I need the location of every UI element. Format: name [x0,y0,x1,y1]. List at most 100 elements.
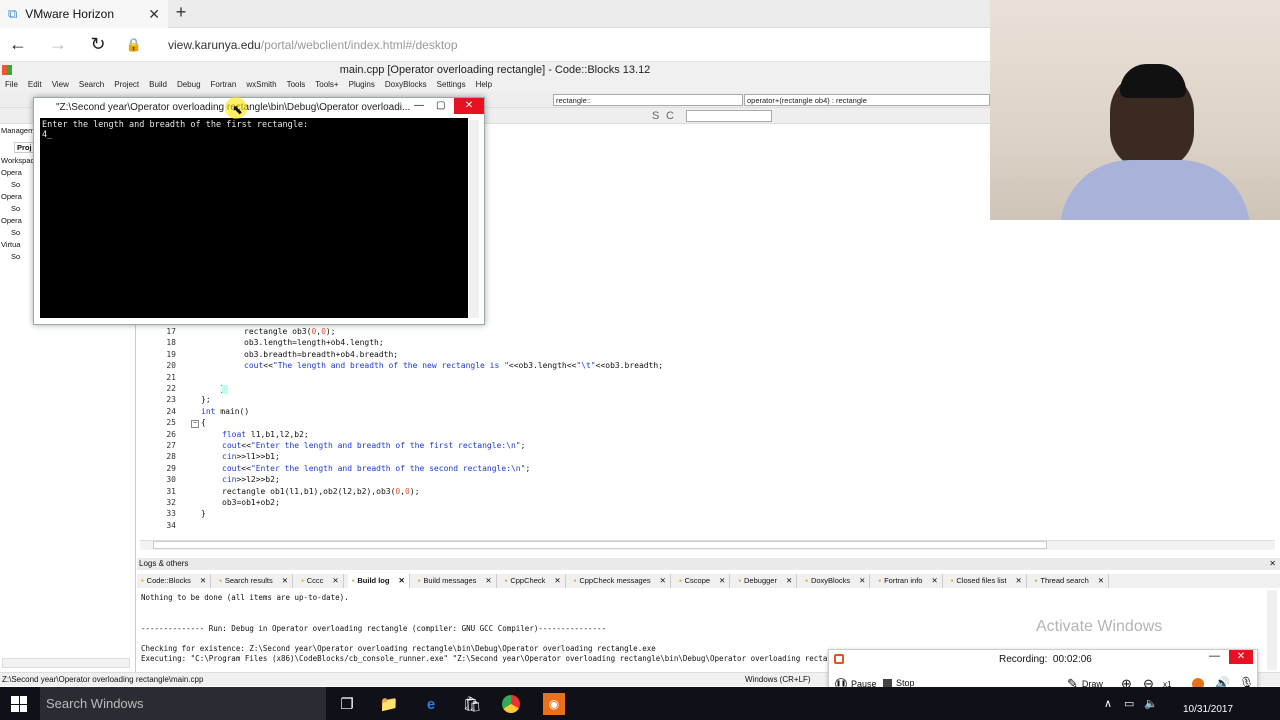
console-output[interactable]: Enter the length and breadth of the firs… [40,118,468,318]
edge-icon[interactable]: e [420,693,442,715]
tree-item[interactable]: Workspac [1,156,35,168]
menu-plugins[interactable]: Plugins [344,78,380,92]
refresh-icon[interactable]: ↻ [82,29,114,61]
code-line[interactable]: float l1,b1,l2,b2; [222,430,309,439]
browser-tab[interactable]: ⧉ VMware Horizon ✕ [0,0,168,28]
log-tab-close-icon[interactable]: ✕ [485,574,491,588]
log-tab[interactable]: ▪ CppCheck messages ✕ [570,574,671,588]
tree-item[interactable]: Opera [1,192,35,204]
tab-close-icon[interactable]: ✕ [148,6,160,23]
store-icon[interactable]: 🛍 [461,693,483,715]
tree-item[interactable]: Virtua [1,240,35,252]
tree-item[interactable]: Opera [1,168,35,180]
log-tab-close-icon[interactable]: ✕ [332,574,338,588]
log-tab-close-icon[interactable]: ✕ [282,574,288,588]
search-combo[interactable] [686,110,772,122]
menu-edit[interactable]: Edit [23,78,47,92]
tray-chevron-icon[interactable]: ∧ [1104,697,1112,710]
menu-settings[interactable]: Settings [432,78,471,92]
volume-icon[interactable]: 🔈 [1144,697,1158,710]
windows-start-icon[interactable] [11,696,27,712]
log-tab[interactable]: ▪ Build log ✕ [347,574,410,588]
code-line[interactable]: rectangle ob3(0,0); [244,327,336,336]
address-bar[interactable]: view.karunya.edu/portal/webclient/index.… [168,38,458,52]
menu-build[interactable]: Build [144,78,172,92]
code-line[interactable]: }; [201,395,211,404]
menu-view[interactable]: View [47,78,74,92]
log-tab[interactable]: ▪ Cscope ✕ [675,574,731,588]
menu-tools[interactable]: Tools [282,78,311,92]
tree-item[interactable]: Opera [1,216,35,228]
log-tab[interactable]: ▪ Build messages ✕ [414,574,497,588]
code-line[interactable]: cin>>l2>>b2; [222,475,280,484]
left-panel-scrollbar[interactable] [2,658,130,668]
code-line[interactable]: { [201,418,206,427]
log-tab-close-icon[interactable]: ✕ [1098,574,1104,588]
back-arrow-icon[interactable]: ← [2,29,34,61]
c-icon[interactable]: C [666,110,674,122]
code-line[interactable]: ob3=ob1+ob2; [222,498,280,507]
log-tab-close-icon[interactable]: ✕ [859,574,865,588]
console-window[interactable]: "Z:\Second year\Operator overloading rec… [33,97,485,325]
tree-item[interactable]: So [1,252,35,264]
log-tab-close-icon[interactable]: ✕ [398,574,404,588]
menu-wxsmith[interactable]: wxSmith [241,78,281,92]
menu-tools[interactable]: Tools+ [310,78,343,92]
log-tab-close-icon[interactable]: ✕ [660,574,666,588]
menu-debug[interactable]: Debug [172,78,206,92]
log-tab[interactable]: ▪ Cccc ✕ [297,574,344,588]
code-line[interactable]: cout<<"The length and breadth of the new… [244,361,663,370]
menu-file[interactable]: File [0,78,23,92]
tree-item[interactable]: So [1,228,35,240]
code-line[interactable]: rectangle ob1(l1,b1),ob2(l2,b2),ob3(0,0)… [222,487,420,496]
logs-close-icon[interactable]: ✕ [1269,558,1276,570]
s-icon[interactable]: S [652,110,659,122]
log-tab-close-icon[interactable]: ✕ [554,574,560,588]
function-combo[interactable]: operator+(rectangle ob4) : rectangle [744,94,990,106]
recorder-app-icon[interactable]: ◉ [543,693,565,715]
code-line[interactable]: ob3.breadth=breadth+ob4.breadth; [244,350,398,359]
menu-help[interactable]: Help [471,78,497,92]
taskbar-search[interactable]: Search Windows [40,687,326,720]
file-explorer-icon[interactable]: 📁 [378,693,400,715]
log-tab[interactable]: ▪ CppCheck ✕ [501,574,566,588]
tab-projects[interactable]: Proj [14,142,35,153]
console-close-icon[interactable]: ✕ [454,98,484,114]
code-line[interactable]: cout<<"Enter the length and breadth of t… [222,441,525,450]
code-line[interactable]: int main() [201,407,249,416]
log-tab[interactable]: ▪ Debugger ✕ [734,574,798,588]
fold-toggle-icon[interactable]: − [191,420,199,428]
code-line[interactable]: ob3.length=length+ob4.length; [244,338,384,347]
scope-combo[interactable]: rectangle:: [553,94,743,106]
log-tab-close-icon[interactable]: ✕ [719,574,725,588]
log-tab[interactable]: ▪ Search results ✕ [215,574,294,588]
log-tab[interactable]: ▪ Fortran info ✕ [874,574,943,588]
log-tab-close-icon[interactable]: ✕ [931,574,937,588]
tree-item[interactable]: So [1,204,35,216]
code-line[interactable]: } [201,509,206,518]
menu-doxyblocks[interactable]: DoxyBlocks [380,78,432,92]
forward-arrow-icon[interactable]: → [42,29,74,61]
log-tab-close-icon[interactable]: ✕ [200,574,206,588]
chrome-icon[interactable] [502,695,520,713]
maximize-icon[interactable]: ▢ [436,100,445,111]
menu-search[interactable]: Search [74,78,109,92]
log-tab-close-icon[interactable]: ✕ [786,574,792,588]
recorder-minimize-icon[interactable]: — [1209,650,1220,662]
console-scrollbar[interactable] [469,120,479,318]
log-tab[interactable]: ▪ DoxyBlocks ✕ [801,574,871,588]
log-tab[interactable]: ▪ Closed files list ✕ [947,574,1027,588]
task-view-icon[interactable]: ❐ [336,693,358,715]
log-tab[interactable]: ▪ Thread search ✕ [1031,574,1110,588]
log-tab-close-icon[interactable]: ✕ [1015,574,1021,588]
recorder-close-icon[interactable]: ✕ [1229,650,1253,664]
code-line[interactable]: cin>>l1>>b1; [222,452,280,461]
minimize-icon[interactable]: — [414,100,424,111]
scrollbar-thumb[interactable] [153,541,1047,549]
menu-fortran[interactable]: Fortran [206,78,242,92]
log-tab[interactable]: ▪ Code::Blocks ✕ [137,574,212,588]
tree-item[interactable]: So [1,180,35,192]
new-tab-button[interactable]: + [170,2,192,24]
code-line[interactable]: cout<<"Enter the length and breadth of t… [222,464,530,473]
network-icon[interactable]: ▭ [1124,697,1134,710]
